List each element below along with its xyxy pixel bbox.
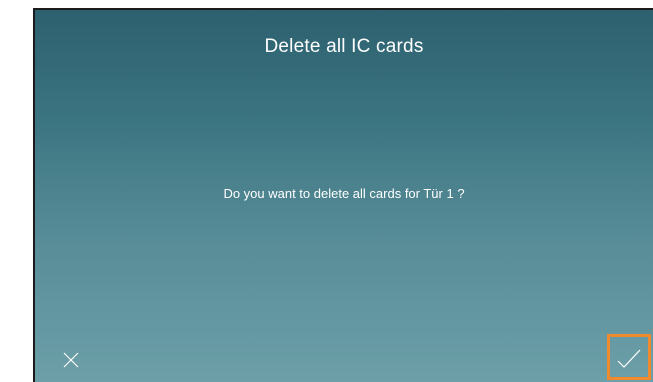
close-icon xyxy=(63,352,79,368)
dialog-screen: Delete all IC cards Do you want to delet… xyxy=(33,8,653,382)
checkmark-icon xyxy=(617,349,641,368)
dialog-title: Delete all IC cards xyxy=(264,36,424,57)
dialog-message: Do you want to delete all cards for Tür … xyxy=(223,186,465,201)
confirm-button[interactable] xyxy=(607,334,651,380)
cancel-button[interactable] xyxy=(55,344,85,374)
